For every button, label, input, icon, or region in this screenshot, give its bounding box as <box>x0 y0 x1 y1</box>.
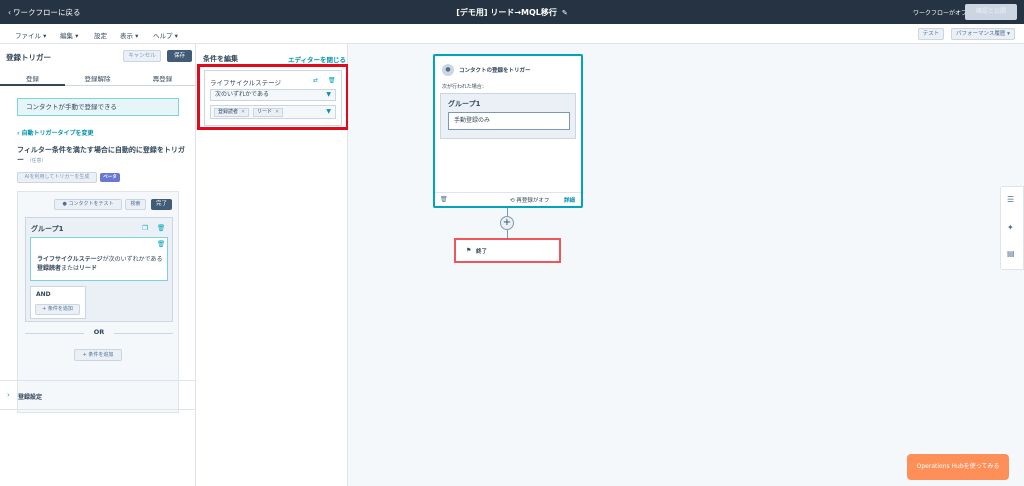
tab-unenroll[interactable]: 登録解除 <box>65 73 130 83</box>
pencil-icon[interactable]: ✎ <box>562 9 568 17</box>
workflow-title-text: [デモ用] リード→MQL移行 <box>456 8 557 17</box>
add-or-condition-button[interactable]: + 条件を追加 <box>74 349 122 361</box>
test-button[interactable]: テスト <box>918 28 944 40</box>
workflow-status: ワークフローがオフ <box>913 10 968 17</box>
and-condition-box: AND + 条件を追加 <box>30 286 86 319</box>
optional-label: （任意） <box>26 158 47 164</box>
menu-view[interactable]: 表示 ▾ <box>120 30 138 40</box>
person-icon: ● <box>62 201 67 207</box>
add-condition-button[interactable]: + 条件を追加 <box>35 304 80 315</box>
details-link[interactable]: 詳細 <box>564 196 575 204</box>
manual-only-box: 手動登録のみ <box>448 112 570 130</box>
operations-hub-button[interactable]: Operations Hubを使ってみる <box>907 454 1009 480</box>
trigger-card[interactable]: ● コンタクトの登録をトリガー 次が行われた場合： グループ1 手動登録のみ 🗑… <box>433 54 583 208</box>
copy-icon[interactable]: ❐ <box>142 224 148 232</box>
reenroll-status: ⟲ 再登録がオフ <box>510 198 550 204</box>
tab-reenroll[interactable]: 再登録 <box>130 73 195 83</box>
group-title: グループ1 <box>31 225 64 233</box>
tab-enroll[interactable]: 登録 <box>0 73 65 83</box>
change-trigger-type-link[interactable]: ‹ 自動トリガータイプを変更 <box>17 128 94 137</box>
trigger-group-title: グループ1 <box>448 100 481 108</box>
workflow-title[interactable]: [デモ用] リード→MQL移行 ✎ <box>0 7 1024 18</box>
or-label: OR <box>84 328 114 336</box>
trigger-group: グループ1 手動登録のみ <box>440 93 576 139</box>
cancel-button[interactable]: キャンセル <box>123 50 161 62</box>
edit-condition-title: 条件を編集 <box>203 55 238 63</box>
top-bar: ‹ ワークフローに戻る [デモ用] リード→MQL移行 ✎ ワークフローがオフ 確… <box>0 0 1024 24</box>
side-toolbar: ☰ ✦ ▤ <box>1000 186 1024 270</box>
highlight-annotation <box>197 64 349 130</box>
save-button[interactable]: 保存 <box>167 50 192 62</box>
test-contact-button[interactable]: ● コンタクトをテスト <box>54 199 122 210</box>
trigger-card-footer: 🗑 ⟲ 再登録がオフ 詳細 <box>435 192 581 206</box>
chevron-right-icon: › <box>7 391 10 399</box>
end-card[interactable]: ⚑ 終了 <box>454 238 561 263</box>
filter-criteria-title: フィルター条件を満たす場合に自動的に登録をトリガー （任意） <box>17 146 185 164</box>
performance-history-button[interactable]: パフォーマンス履歴 ▾ <box>951 28 1015 40</box>
add-action-button[interactable]: + <box>500 216 514 230</box>
menu-file[interactable]: ファイル ▾ <box>15 30 46 40</box>
enrollment-trigger-panel: 登録トリガー キャンセル 保存 登録 登録解除 再登録 コンタクトが手動で登録で… <box>0 44 196 486</box>
enrollment-settings-section[interactable]: › 登録設定 <box>0 380 196 410</box>
menu-settings[interactable]: 設定 <box>94 30 107 40</box>
menu-edit[interactable]: 編集 ▾ <box>60 30 78 40</box>
enrollment-settings-label: 登録設定 <box>18 394 43 401</box>
trigger-tabs: 登録 登録解除 再登録 <box>0 68 196 86</box>
filter-condition[interactable]: 🗑 ライフサイクルステージが次のいずれかである 登録読者またはリード <box>30 237 168 281</box>
ai-generate-trigger-button[interactable]: AIを利用してトリガーを生成 <box>17 172 97 183</box>
trigger-title: コンタクトの登録をトリガー <box>459 68 531 74</box>
condition-text: ライフサイクルステージが次のいずれかである 登録読者またはリード <box>37 256 163 272</box>
end-label: 終了 <box>476 249 488 255</box>
filter-group: グループ1 ❐ 🗑 🗑 ライフサイクルステージが次のいずれかである 登録読者また… <box>25 217 173 322</box>
search-button[interactable]: 検索 <box>125 199 146 210</box>
beta-badge: ベータ <box>100 173 120 182</box>
menu-bar: ファイル ▾ 編集 ▾ 設定 表示 ▾ ヘルプ ▾ テスト パフォーマンス履歴 … <box>0 24 1024 44</box>
done-button[interactable]: 完了 <box>151 199 172 210</box>
trash-icon[interactable]: 🗑 <box>440 196 448 203</box>
flag-icon: ⚑ <box>466 247 472 254</box>
active-tab-indicator <box>0 84 65 86</box>
close-editor-link[interactable]: エディターを閉じる <box>288 54 346 64</box>
and-label: AND <box>36 291 51 298</box>
panel-title: 登録トリガー <box>6 53 51 62</box>
menu-lines-icon[interactable]: ☰ <box>1007 195 1014 204</box>
sparkle-icon[interactable]: ✦ <box>1007 223 1014 232</box>
menu-help[interactable]: ヘルプ ▾ <box>153 30 178 40</box>
trigger-subtitle: 次が行われた場合： <box>442 84 487 90</box>
trash-icon[interactable]: 🗑 <box>157 224 165 232</box>
chat-icon[interactable]: ▤ <box>1007 249 1015 258</box>
trash-icon[interactable]: 🗑 <box>157 240 165 248</box>
contact-icon: ● <box>442 64 454 76</box>
manual-enroll-info: コンタクトが手動で登録できる <box>17 98 179 116</box>
review-publish-button[interactable]: 確認と公開 <box>965 4 1017 20</box>
